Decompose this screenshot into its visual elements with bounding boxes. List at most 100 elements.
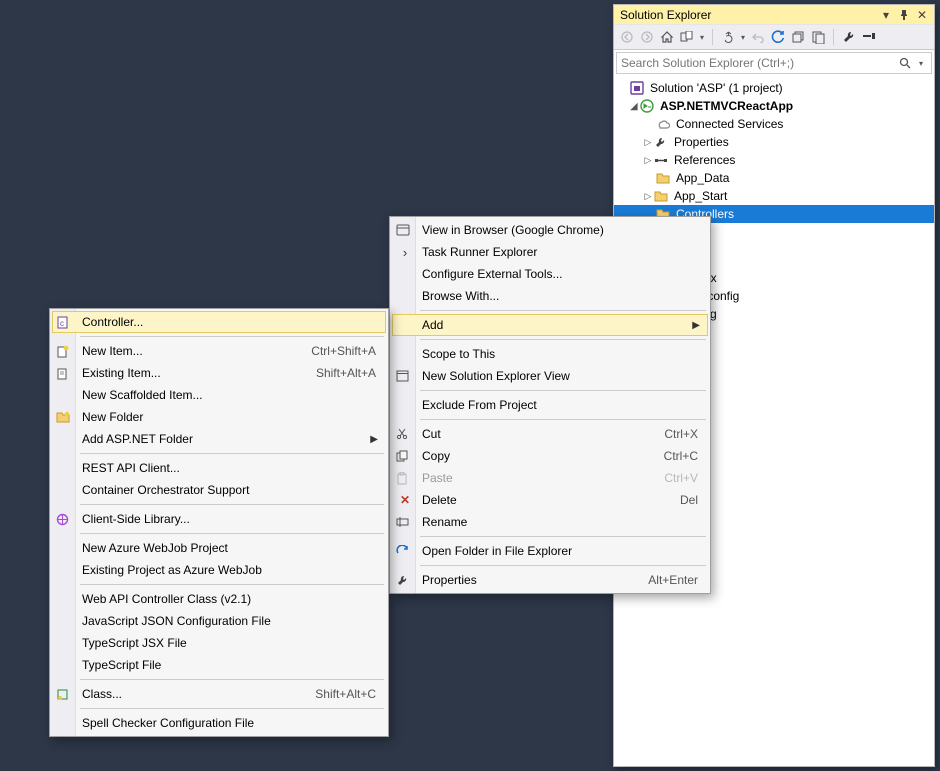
undo-icon[interactable] [749,28,767,46]
menu-label: Existing Item... [82,366,161,380]
close-icon[interactable]: ✕ [914,7,930,23]
rest-api-item[interactable]: REST API Client... [52,457,386,479]
menu-label: Cut [422,427,441,441]
connected-services-node[interactable]: Connected Services [614,115,934,133]
controller-item[interactable]: c Controller... [52,311,386,333]
rename-item[interactable]: Rename [392,511,708,533]
exist-azure-item[interactable]: Existing Project as Azure WebJob [52,559,386,581]
chevron-down-icon[interactable]: ▾ [919,59,931,68]
references-node[interactable]: ▷ References [614,151,934,169]
new-se-view-item[interactable]: New Solution Explorer View [392,365,708,387]
window-icon [396,370,414,382]
tsx-file-item[interactable]: TypeScript JSX File [52,632,386,654]
browse-with-item[interactable]: Browse With... [392,285,708,307]
new-item-item[interactable]: New Item... Ctrl+Shift+A [52,340,386,362]
node-label: Properties [670,135,729,149]
menu-label: REST API Client... [82,461,180,475]
scope-item[interactable]: Scope to This [392,343,708,365]
sync-icon[interactable] [719,28,737,46]
pin-icon[interactable] [896,7,912,23]
home-icon[interactable] [658,28,676,46]
svg-text:c: c [60,319,64,328]
menu-label: Copy [422,449,450,463]
preview-icon[interactable] [860,28,878,46]
submenu-arrow-icon: ▶ [692,320,700,331]
node-label: App_Start [670,189,727,203]
configure-tools-item[interactable]: Configure External Tools... [392,263,708,285]
class-item[interactable]: Class... Shift+Alt+C [52,683,386,705]
menu-label: New Folder [82,410,143,424]
task-runner-item[interactable]: › Task Runner Explorer [392,241,708,263]
switch-views-icon[interactable] [678,28,696,46]
properties-node[interactable]: ▷ Properties [614,133,934,151]
nav-forward-icon[interactable] [638,28,656,46]
exclude-item[interactable]: Exclude From Project [392,394,708,416]
shortcut: Ctrl+X [664,427,698,441]
delete-item[interactable]: ✕ Delete Del [392,489,708,511]
menu-separator [420,390,706,391]
cloud-icon [656,119,672,130]
client-lib-item[interactable]: Client-Side Library... [52,508,386,530]
open-folder-item[interactable]: Open Folder in File Explorer [392,540,708,562]
app-start-node[interactable]: ▷ App_Start [614,187,934,205]
nav-back-icon[interactable] [618,28,636,46]
show-all-files-icon[interactable] [809,28,827,46]
menu-label: Properties [422,573,477,587]
paste-item: Paste Ctrl+V [392,467,708,489]
expand-icon[interactable]: ▷ [642,137,654,148]
new-folder-item[interactable]: New Folder [52,406,386,428]
node-label: App_Data [672,171,729,185]
menu-separator [80,708,384,709]
browser-icon [396,224,414,236]
view-in-browser-item[interactable]: View in Browser (Google Chrome) [392,219,708,241]
shortcut: Del [680,493,698,507]
collapse-all-icon[interactable] [789,28,807,46]
menu-label: Configure External Tools... [422,267,563,281]
menu-label: New Solution Explorer View [422,369,570,383]
menu-label: Rename [422,515,467,529]
asp-folder-item[interactable]: Add ASP.NET Folder ▶ [52,428,386,450]
solution-node[interactable]: Solution 'ASP' (1 project) [614,79,934,97]
dropdown-icon[interactable]: ▾ [878,7,894,23]
new-azure-item[interactable]: New Azure WebJob Project [52,537,386,559]
new-folder-icon [56,411,74,423]
node-label: References [670,153,735,167]
menu-separator [80,504,384,505]
cut-item[interactable]: Cut Ctrl+X [392,423,708,445]
rename-icon [396,517,414,527]
collapse-icon[interactable]: ◢ [628,101,640,112]
copy-item[interactable]: Copy Ctrl+C [392,445,708,467]
properties-item[interactable]: Properties Alt+Enter [392,569,708,591]
spell-cfg-item[interactable]: Spell Checker Configuration File [52,712,386,734]
library-icon [56,513,74,526]
expand-icon[interactable]: ▷ [642,155,654,166]
js-json-cfg-item[interactable]: JavaScript JSON Configuration File [52,610,386,632]
shortcut: Shift+Alt+C [315,687,376,701]
ts-file-item[interactable]: TypeScript File [52,654,386,676]
wrench-icon [396,574,414,587]
menu-separator [420,536,706,537]
chevron-down-icon[interactable]: ▾ [739,28,747,46]
app-data-node[interactable]: App_Data [614,169,934,187]
panel-toolbar: ▾ ▾ [614,25,934,50]
node-label: Connected Services [672,117,783,131]
shortcut: Ctrl+Shift+A [311,344,376,358]
menu-label: Existing Project as Azure WebJob [82,563,262,577]
chevron-down-icon[interactable]: ▾ [698,28,706,46]
web-api-ctrl-item[interactable]: Web API Controller Class (v2.1) [52,588,386,610]
expand-icon[interactable]: ▷ [642,191,654,202]
shortcut: Ctrl+V [664,471,698,485]
wrench-icon [654,136,670,149]
search-icon[interactable] [899,57,919,69]
open-folder-icon [396,545,414,557]
refresh-icon[interactable] [769,28,787,46]
search-input[interactable] [617,56,899,70]
menu-label: New Scaffolded Item... [82,388,203,402]
add-item[interactable]: Add ▶ [392,314,708,336]
scaffolded-item-item[interactable]: New Scaffolded Item... [52,384,386,406]
existing-item-item[interactable]: Existing Item... Shift+Alt+A [52,362,386,384]
menu-label: JavaScript JSON Configuration File [82,614,271,628]
project-node[interactable]: ◢ ASP.NETMVCReactApp [614,97,934,115]
wrench-icon[interactable] [840,28,858,46]
container-orch-item[interactable]: Container Orchestrator Support [52,479,386,501]
